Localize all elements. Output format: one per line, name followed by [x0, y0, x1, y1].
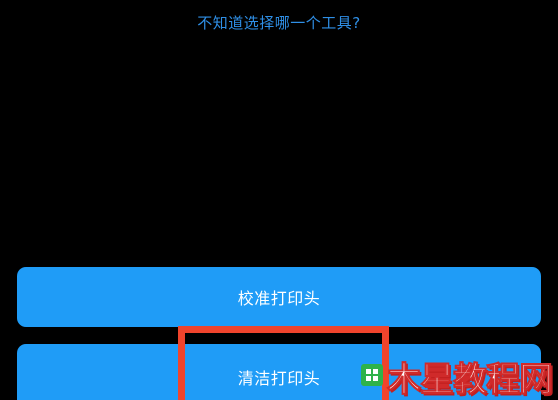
calibrate-printhead-button[interactable]: 校准打印头 — [17, 267, 541, 327]
printer-tools-screen: 不知道选择哪一个工具? 校准打印头 清洁打印头 木星教程网 — [0, 0, 558, 400]
watermark: 木星教程网 — [361, 356, 554, 400]
watermark-logo-icon — [361, 364, 383, 386]
clean-printhead-label: 清洁打印头 — [237, 369, 321, 388]
calibrate-printhead-label: 校准打印头 — [237, 289, 321, 308]
watermark-text: 木星教程网 — [387, 360, 554, 400]
tool-help-link[interactable]: 不知道选择哪一个工具? — [0, 12, 558, 33]
